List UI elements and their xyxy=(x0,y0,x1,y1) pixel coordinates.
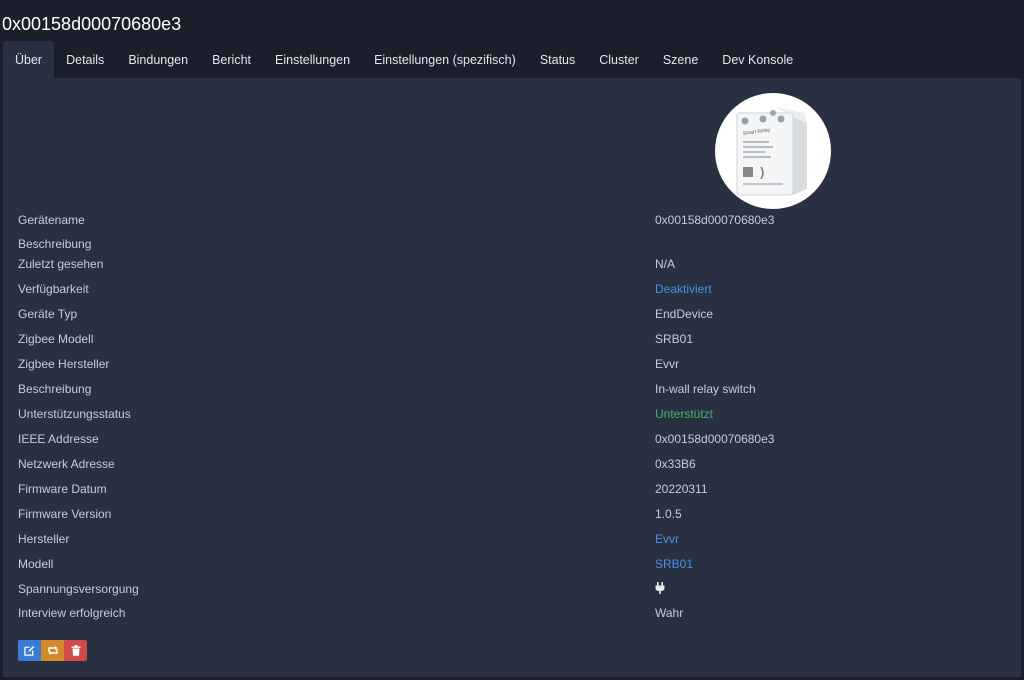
device-image: Smart Relay xyxy=(715,93,831,209)
info-label: Netzwerk Adresse xyxy=(18,457,115,471)
info-label: Firmware Datum xyxy=(18,482,107,496)
info-value: In-wall relay switch xyxy=(655,382,756,396)
info-row-unterstuetzung: Unterstützungsstatus Unterstützt xyxy=(3,404,1021,424)
tab-einstellungen-spezifisch[interactable]: Einstellungen (spezifisch) xyxy=(362,41,528,78)
info-value: EndDevice xyxy=(655,307,714,321)
info-label: Hersteller xyxy=(18,532,70,546)
info-row-firmware-datum: Firmware Datum 20220311 xyxy=(3,479,1021,499)
info-row-modell: Modell SRB01 xyxy=(3,554,1021,574)
info-label: Modell xyxy=(18,557,54,571)
info-row-hersteller: Hersteller Evvr xyxy=(3,529,1021,549)
info-row-beschreibung-top: Beschreibung xyxy=(3,234,1021,254)
info-row-verfuegbarkeit: Verfügbarkeit Deaktiviert xyxy=(3,279,1021,299)
trash-icon xyxy=(71,645,80,656)
info-label: Beschreibung xyxy=(18,382,92,396)
reconfigure-button[interactable] xyxy=(41,640,64,661)
info-value: 1.0.5 xyxy=(655,507,682,521)
tab-dev-konsole[interactable]: Dev Konsole xyxy=(710,41,805,78)
info-value: 0x33B6 xyxy=(655,457,696,471)
info-row-geraetetyp: Geräte Typ EndDevice xyxy=(3,304,1021,324)
info-row-netzwerk: Netzwerk Adresse 0x33B6 xyxy=(3,454,1021,474)
info-label: Verfügbarkeit xyxy=(18,282,89,296)
info-row-zigbee-hersteller: Zigbee Hersteller Evvr xyxy=(3,354,1021,374)
about-panel: Smart Relay Gerätename 0x00158d00070680e… xyxy=(3,78,1021,677)
tab-status[interactable]: Status xyxy=(528,41,587,78)
tab-bar: Über Details Bindungen Bericht Einstellu… xyxy=(3,41,805,78)
tab-szene[interactable]: Szene xyxy=(651,41,710,78)
info-value: N/A xyxy=(655,257,676,271)
info-value: SRB01 xyxy=(655,332,694,346)
info-value: Evvr xyxy=(655,357,679,371)
tab-ueber[interactable]: Über xyxy=(3,41,55,78)
info-label: IEEE Addresse xyxy=(18,432,99,446)
info-label: Interview erfolgreich xyxy=(18,606,126,620)
device-title: 0x00158d00070680e3 xyxy=(2,14,182,34)
info-label: Firmware Version xyxy=(18,507,112,521)
info-value: 0x00158d00070680e3 xyxy=(655,432,775,446)
power-plug-icon xyxy=(655,582,665,597)
delete-button[interactable] xyxy=(64,640,87,661)
info-label: Unterstützungsstatus xyxy=(18,407,131,421)
info-value: 0x00158d00070680e3 xyxy=(655,213,775,227)
info-row-geraetename: Gerätename 0x00158d00070680e3 xyxy=(3,210,1021,230)
info-label: Beschreibung xyxy=(18,237,92,251)
edit-button[interactable] xyxy=(18,640,41,661)
tab-cluster[interactable]: Cluster xyxy=(587,41,651,78)
reconfigure-icon xyxy=(47,646,58,655)
tab-einstellungen[interactable]: Einstellungen xyxy=(263,41,362,78)
tab-details[interactable]: Details xyxy=(54,41,116,78)
info-label: Geräte Typ xyxy=(18,307,78,321)
info-label: Gerätename xyxy=(18,213,85,227)
info-value: Wahr xyxy=(655,606,684,620)
info-value: 20220311 xyxy=(655,482,708,496)
info-row-zuletzt: Zuletzt gesehen N/A xyxy=(3,254,1021,274)
edit-icon xyxy=(24,646,35,656)
info-row-interview: Interview erfolgreich Wahr xyxy=(3,603,1021,623)
manufacturer-link[interactable]: Evvr xyxy=(655,532,679,546)
model-link[interactable]: SRB01 xyxy=(655,557,693,571)
support-status: Unterstützt xyxy=(655,407,714,421)
tab-bindungen[interactable]: Bindungen xyxy=(116,41,200,78)
smart-relay-image: Smart Relay xyxy=(736,107,807,196)
info-label: Spannungsversorgung xyxy=(18,582,139,596)
info-row-firmware-version: Firmware Version 1.0.5 xyxy=(3,504,1021,524)
info-label: Zuletzt gesehen xyxy=(18,257,104,271)
info-label: Zigbee Modell xyxy=(18,332,94,346)
info-row-spannung: Spannungsversorgung xyxy=(3,579,1021,599)
tab-bericht[interactable]: Bericht xyxy=(200,41,263,78)
info-row-beschreibung: Beschreibung In-wall relay switch xyxy=(3,379,1021,399)
info-row-ieee: IEEE Addresse 0x00158d00070680e3 xyxy=(3,429,1021,449)
availability-link[interactable]: Deaktiviert xyxy=(655,282,712,296)
action-button-group xyxy=(18,640,87,661)
info-label: Zigbee Hersteller xyxy=(18,357,110,371)
info-row-zigbee-modell: Zigbee Modell SRB01 xyxy=(3,329,1021,349)
